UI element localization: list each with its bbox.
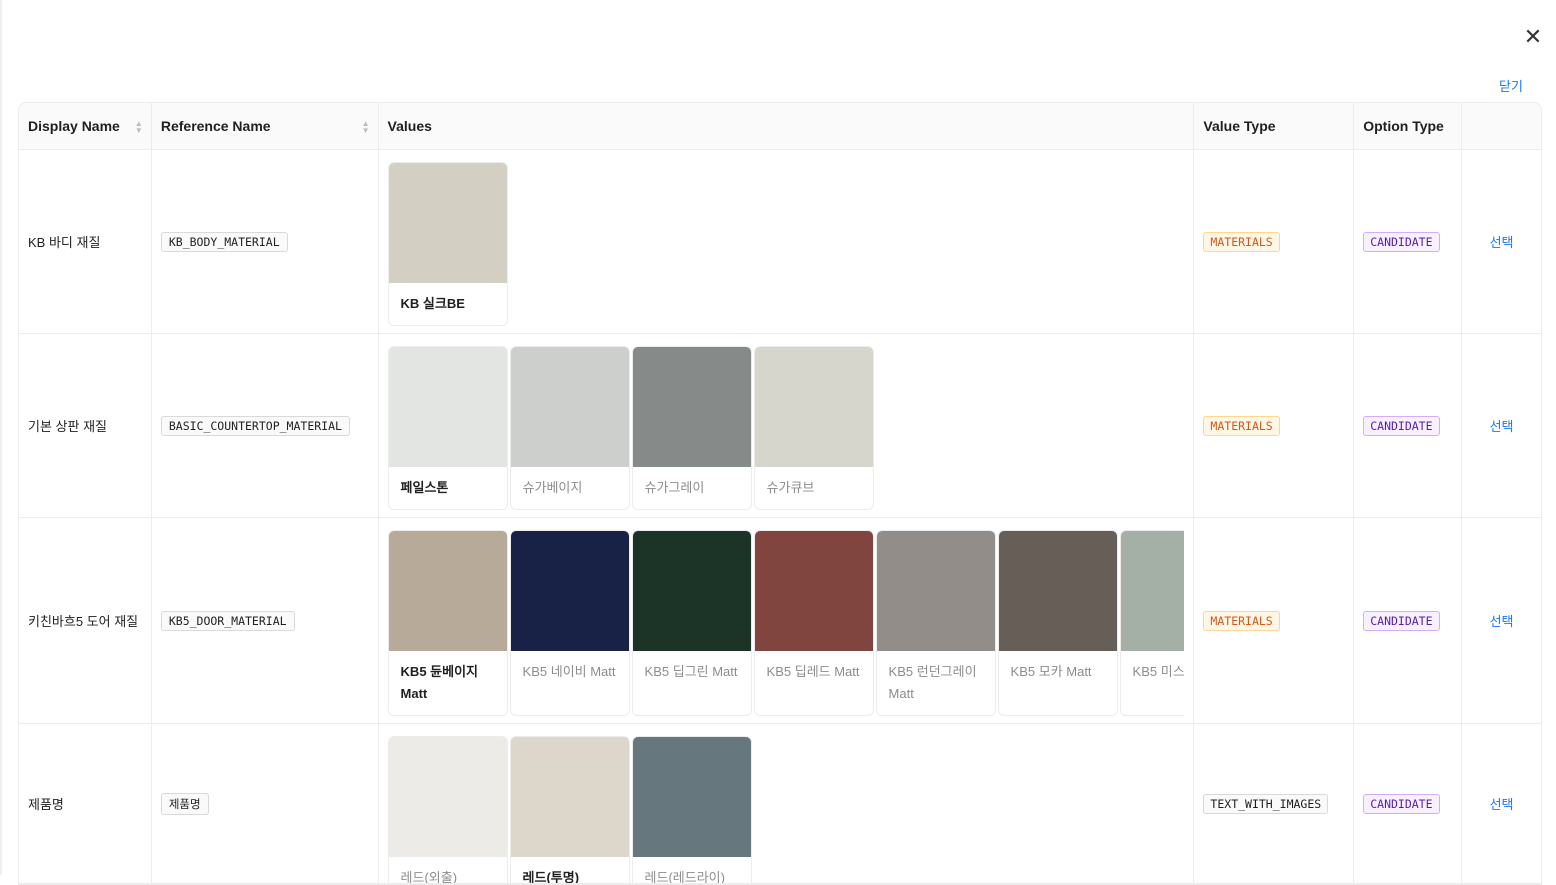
col-display-name[interactable]: Display Name ▲ ▼ xyxy=(19,103,152,149)
reference-name: BASIC_COUNTERTOP_MATERIAL xyxy=(160,415,350,436)
header-label: Reference Name xyxy=(160,118,271,134)
reference-name: KB5_DOOR_MATERIAL xyxy=(160,610,295,631)
value-label: KB5 모카 Matt xyxy=(1010,664,1092,679)
value-card[interactable]: KB5 미스린 Matt xyxy=(1119,530,1185,716)
value-swatch xyxy=(632,737,751,857)
value-card[interactable]: 슈가그레이 xyxy=(631,346,752,510)
option-type-badge: CANDIDATE xyxy=(1363,793,1440,814)
value-swatch xyxy=(754,531,873,651)
value-card[interactable]: 페일스톤 xyxy=(387,346,508,510)
value-label: KB5 런던그레이 Matt xyxy=(888,664,977,701)
value-card[interactable]: 슈가베이지 xyxy=(509,346,630,510)
options-table: Display Name ▲ ▼ Reference Name ▲ ▼ Values V… xyxy=(18,102,1542,885)
display-name: KB 바디 재질 xyxy=(28,235,101,250)
value-card[interactable]: 레드(레드라이) xyxy=(631,736,752,883)
background-edge xyxy=(0,0,2,875)
value-swatch xyxy=(998,531,1117,651)
value-swatch xyxy=(632,347,751,467)
value-label: 슈가그레이 xyxy=(644,480,705,495)
header-label: Value Type xyxy=(1203,118,1276,134)
table-row: 제품명 제품명 레드(외출) 레드(투명) 레드(레드라이) TEXT_WITH_I… xyxy=(19,724,1541,884)
value-label: KB5 미스린 Matt xyxy=(1132,664,1185,679)
value-label: 레드(투명) xyxy=(522,870,580,883)
select-link[interactable]: 선택 xyxy=(1490,611,1514,630)
values-list: 페일스톤 슈가베이지 슈가그레이 슈가큐브 xyxy=(387,346,1185,510)
select-link[interactable]: 선택 xyxy=(1490,232,1514,251)
display-name: 제품명 xyxy=(28,797,64,812)
value-label: KB5 딥그린 Matt xyxy=(644,664,738,679)
reference-name: KB_BODY_MATERIAL xyxy=(160,231,288,252)
value-label: KB5 듄베이지 Matt xyxy=(400,664,479,701)
value-label: 레드(외출) xyxy=(400,870,458,883)
option-type-badge: CANDIDATE xyxy=(1363,415,1440,436)
value-label: 슈가베이지 xyxy=(522,480,583,495)
option-type-badge: CANDIDATE xyxy=(1363,231,1440,252)
value-label: KB5 네이비 Matt xyxy=(522,664,616,679)
values-list: KB5 듄베이지 Matt KB5 네이비 Matt KB5 딥그린 Matt KB5… xyxy=(387,530,1185,716)
table-row: 기본 상판 재질 BASIC_COUNTERTOP_MATERIAL 페일스톤 슈… xyxy=(19,334,1541,518)
close-icon[interactable]: ✕ xyxy=(1522,26,1544,48)
value-card[interactable]: 레드(투명) xyxy=(509,736,630,883)
value-swatch xyxy=(388,163,507,283)
value-card[interactable]: 레드(외출) xyxy=(387,736,508,883)
col-values: Values xyxy=(379,103,1195,149)
close-link[interactable]: 닫기 xyxy=(1499,76,1523,95)
value-swatch xyxy=(388,347,507,467)
value-swatch xyxy=(510,347,629,467)
value-card[interactable]: KB5 딥그린 Matt xyxy=(631,530,752,716)
header-label: Display Name xyxy=(28,118,120,134)
select-link[interactable]: 선택 xyxy=(1490,794,1514,813)
value-type-badge: MATERIALS xyxy=(1203,415,1280,436)
table-row: KB 바디 재질 KB_BODY_MATERIAL KB 실크BE MATERI… xyxy=(19,150,1541,334)
col-action xyxy=(1462,103,1541,149)
value-card[interactable]: KB5 모카 Matt xyxy=(997,530,1118,716)
value-card[interactable]: KB5 딥레드 Matt xyxy=(753,530,874,716)
value-label: 페일스톤 xyxy=(400,480,449,495)
display-name: 키친바흐5 도어 재질 xyxy=(28,614,139,629)
value-label: KB5 딥레드 Matt xyxy=(766,664,860,679)
value-swatch xyxy=(1120,531,1185,651)
value-card[interactable]: 슈가큐브 xyxy=(753,346,874,510)
value-swatch xyxy=(510,737,629,857)
col-value-type: Value Type xyxy=(1194,103,1355,149)
value-card[interactable]: KB 실크BE xyxy=(387,162,508,326)
table-header: Display Name ▲ ▼ Reference Name ▲ ▼ Values V… xyxy=(19,103,1541,150)
col-reference-name[interactable]: Reference Name ▲ ▼ xyxy=(152,103,379,149)
sort-icon[interactable]: ▲ ▼ xyxy=(362,120,370,135)
value-label: KB 실크BE xyxy=(400,296,465,311)
value-type-badge: TEXT_WITH_IMAGES xyxy=(1203,793,1329,814)
value-swatch xyxy=(754,347,873,467)
header-label: Option Type xyxy=(1363,118,1444,134)
value-swatch xyxy=(388,737,507,857)
display-name: 기본 상판 재질 xyxy=(28,419,107,434)
header-label: Values xyxy=(387,118,432,134)
value-swatch xyxy=(876,531,995,651)
value-type-badge: MATERIALS xyxy=(1203,610,1280,631)
value-swatch xyxy=(632,531,751,651)
value-swatch xyxy=(388,531,507,651)
values-list: KB 실크BE xyxy=(387,162,1185,326)
option-type-badge: CANDIDATE xyxy=(1363,610,1440,631)
value-type-badge: MATERIALS xyxy=(1203,231,1280,252)
select-link[interactable]: 선택 xyxy=(1490,416,1514,435)
value-card[interactable]: KB5 런던그레이 Matt xyxy=(875,530,996,716)
values-list: 레드(외출) 레드(투명) 레드(레드라이) xyxy=(387,736,1185,883)
value-label: 슈가큐브 xyxy=(766,480,815,495)
value-card[interactable]: KB5 네이비 Matt xyxy=(509,530,630,716)
reference-name: 제품명 xyxy=(160,792,209,815)
value-card[interactable]: KB5 듄베이지 Matt xyxy=(387,530,508,716)
sort-icon[interactable]: ▲ ▼ xyxy=(135,120,143,135)
table-row: 키친바흐5 도어 재질 KB5_DOOR_MATERIAL KB5 듄베이지 M… xyxy=(19,518,1541,724)
value-swatch xyxy=(510,531,629,651)
value-label: 레드(레드라이) xyxy=(644,870,725,883)
col-option-type: Option Type xyxy=(1354,103,1463,149)
